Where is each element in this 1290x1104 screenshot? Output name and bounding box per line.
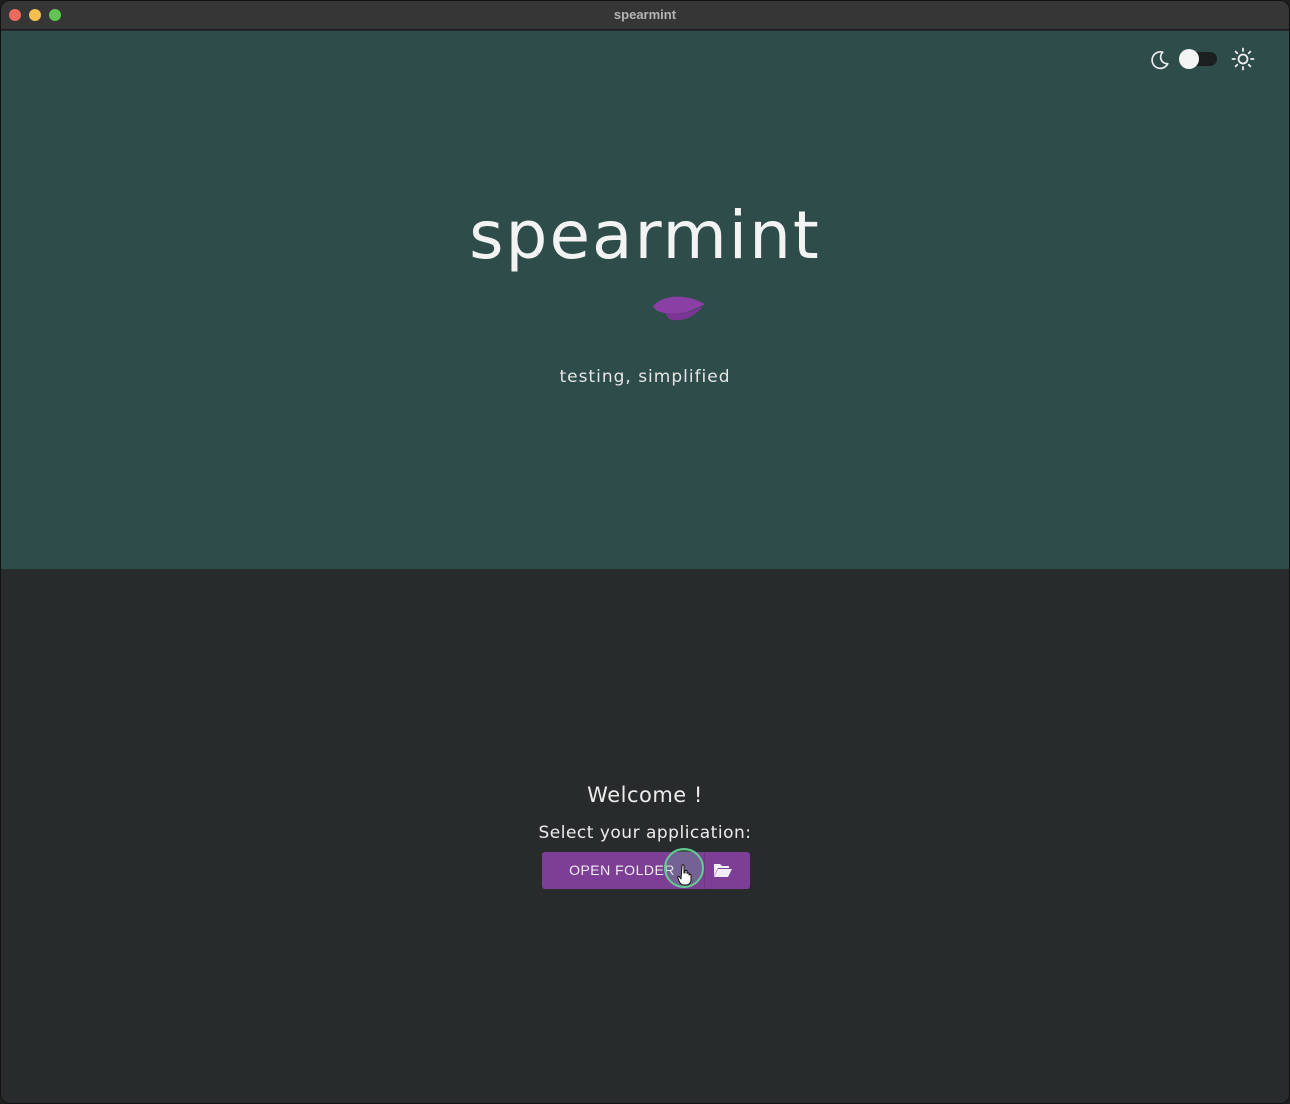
open-folder-button[interactable]: OPEN FOLDER [542, 852, 750, 889]
leaf-icon [653, 296, 705, 321]
tagline: testing, simplified [559, 367, 731, 387]
sun-icon [1231, 47, 1255, 71]
select-application-label: Select your application: [538, 823, 752, 843]
folder-open-icon [714, 864, 732, 877]
welcome-heading: Welcome ! [587, 783, 703, 807]
theme-toggle[interactable] [1149, 47, 1261, 71]
title-bar[interactable]: spearmint [1, 1, 1289, 30]
app-logo-text: spearmint [469, 197, 821, 274]
theme-switch-knob[interactable] [1179, 49, 1199, 69]
welcome-section: Welcome ! Select your application: OPEN … [1, 569, 1289, 1103]
moon-icon [1151, 51, 1169, 70]
button-divider [704, 852, 705, 889]
app-window: spearmint spearmint testing, simplified … [0, 0, 1290, 1104]
window-title: spearmint [613, 7, 677, 22]
pointer-hand-icon [677, 864, 692, 886]
hero-banner: spearmint testing, simplified [1, 31, 1289, 569]
